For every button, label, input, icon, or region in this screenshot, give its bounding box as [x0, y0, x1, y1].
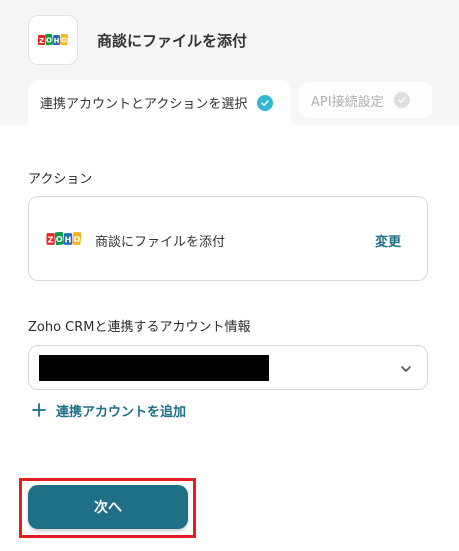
svg-text:O: O: [61, 37, 67, 45]
zoho-logo-icon: Z O H O: [45, 231, 83, 250]
svg-text:H: H: [65, 235, 72, 245]
action-name: 商談にファイルを添付: [95, 235, 226, 250]
change-action-link[interactable]: 変更: [375, 231, 401, 250]
page-title: 商談にファイルを添付: [97, 32, 248, 50]
add-account-label: 連携アカウントを追加: [56, 404, 187, 420]
svg-text:Z: Z: [48, 235, 54, 245]
check-circle-icon: [393, 92, 410, 108]
account-select[interactable]: [28, 345, 428, 390]
zoho-logo-icon: Z O H O: [28, 15, 78, 65]
svg-text:Z: Z: [39, 37, 44, 45]
svg-text:O: O: [46, 37, 52, 45]
tab-api-settings[interactable]: API接続設定: [299, 82, 432, 118]
redacted-account-value: [39, 355, 269, 381]
add-account-link[interactable]: 連携アカウントを追加: [32, 400, 186, 420]
next-button[interactable]: 次へ: [28, 485, 188, 529]
svg-text:O: O: [56, 234, 63, 244]
account-section-label: Zoho CRMと連携するアカウント情報: [28, 320, 251, 335]
check-circle-icon: [257, 94, 274, 111]
svg-text:H: H: [54, 37, 60, 45]
plus-icon: [32, 400, 46, 420]
tab-label: API接続設定: [311, 94, 384, 110]
action-section-label: アクション: [28, 172, 93, 187]
chevron-down-icon: [399, 361, 413, 380]
tab-select-account-action[interactable]: 連携アカウントとアクションを選択: [28, 80, 291, 125]
tab-label: 連携アカウントとアクションを選択: [40, 97, 248, 112]
action-card: Z O H O 商談にファイルを添付 変更: [28, 196, 428, 281]
svg-text:O: O: [73, 234, 80, 244]
